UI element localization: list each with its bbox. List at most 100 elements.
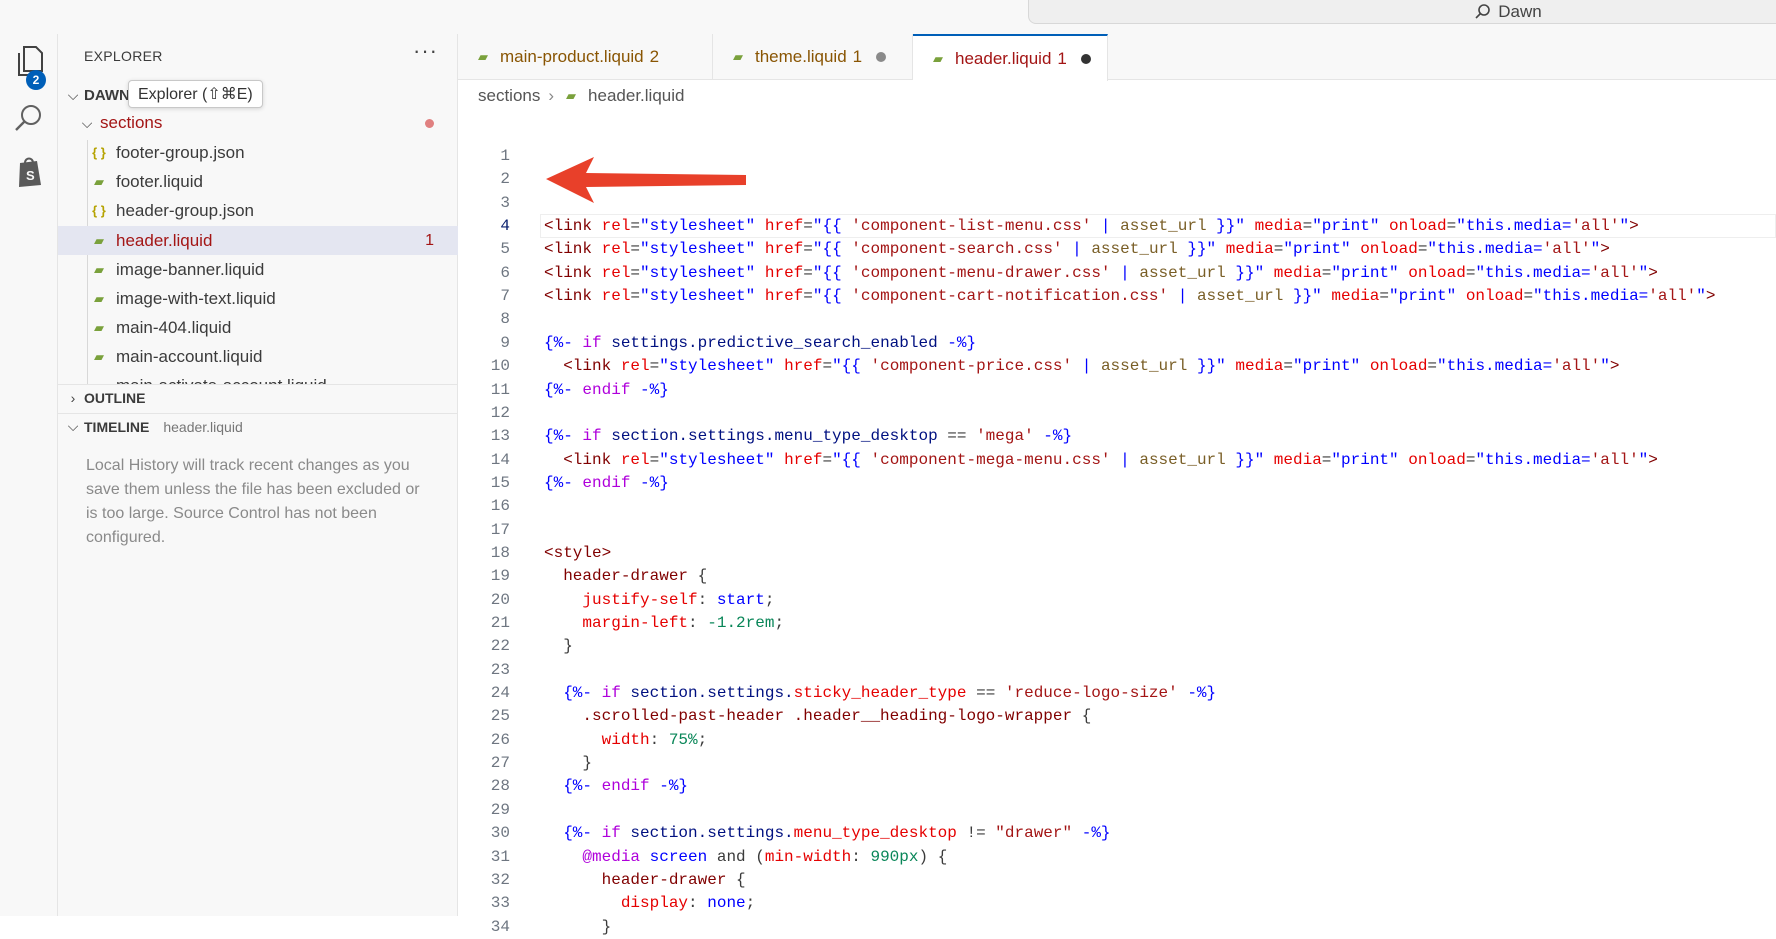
code-line[interactable]: 10 <link rel="stylesheet" href="{{ 'comp… (458, 354, 1776, 378)
code-line[interactable]: 18 <style> (458, 541, 1776, 565)
code-line[interactable]: 25 .scrolled-past-header .header__headin… (458, 704, 1776, 728)
more-actions-icon[interactable]: ··· (413, 38, 438, 64)
code-token: href (764, 263, 804, 282)
code-token: none (707, 894, 746, 913)
code-token: = (1283, 357, 1293, 376)
code-line[interactable]: 14 <link rel="stylesheet" href="{{ 'comp… (458, 448, 1776, 472)
code-text: } (544, 915, 612, 939)
code-token: ; (697, 730, 708, 749)
tab-header[interactable]: ▰ header.liquid 1 (913, 34, 1108, 81)
timeline-section[interactable]: ⌵ TIMELINE header.liquid (58, 413, 458, 439)
code-token: = (630, 263, 641, 282)
code-line[interactable]: 21 margin-left: -1.2rem; (458, 611, 1776, 635)
code-token: -%} (1033, 427, 1073, 446)
code-token: <link (563, 357, 621, 376)
code-line[interactable]: 8 (458, 307, 1776, 331)
code-line[interactable]: 22 } (458, 634, 1776, 658)
code-token: = (1321, 450, 1332, 469)
file-item[interactable]: { } footer-group.json (58, 140, 458, 167)
shopify-activity-button[interactable]: S (0, 146, 58, 196)
code-text: <style> (544, 541, 611, 565)
code-line[interactable]: 23 (458, 658, 1776, 682)
code-line[interactable]: 11 {%- endif -%} (458, 378, 1776, 402)
code-text: <link rel="stylesheet" href="{{ 'compone… (544, 237, 1610, 261)
code-token: rel (601, 217, 631, 236)
file-item[interactable]: ▰ main-404.liquid (58, 313, 458, 342)
code-token: "this.media= (1456, 217, 1572, 236)
code-line[interactable]: 16 (458, 494, 1776, 518)
code-text: .scrolled-past-header .header__heading-l… (544, 704, 1091, 728)
code-token: }}" (1225, 263, 1274, 282)
code-line[interactable]: 30 {%- if section.settings.menu_type_des… (458, 821, 1776, 845)
code-line[interactable]: 29 (458, 798, 1776, 822)
folder-sections[interactable]: ⌵ sections (58, 110, 458, 136)
line-number: 21 (490, 614, 510, 632)
code-line[interactable]: 34 } (458, 915, 1776, 939)
code-token: media (1331, 287, 1380, 306)
editor: ▰ main-product.liquid 2 ▰ theme.liquid 1… (458, 34, 1776, 936)
code-token: 'component-mega-menu.css' (870, 450, 1111, 469)
line-number: 25 (490, 707, 510, 726)
tab-theme[interactable]: ▰ theme.liquid 1 (713, 34, 913, 80)
code-token: section.settings.menu_type_desktop (611, 427, 938, 446)
code-token: = (1417, 240, 1428, 259)
code-line[interactable]: 31 @media screen and (min-width: 990px) … (458, 845, 1776, 869)
code-token: -%} (630, 473, 669, 492)
file-item[interactable]: ▰ main-activate-account.liquid (58, 371, 458, 385)
code-line[interactable]: 19 header-drawer { (458, 564, 1776, 588)
search-activity-button[interactable] (0, 94, 58, 144)
file-item-selected[interactable]: ▰ header.liquid 1 (58, 226, 458, 255)
chevron-down-icon: ⌵ (81, 114, 93, 131)
breadcrumb-file[interactable]: header.liquid (588, 86, 684, 106)
code-token: section.settings. (630, 684, 794, 703)
code-line[interactable]: 9 {%- if settings.predictive_search_enabl… (458, 331, 1776, 355)
outline-section[interactable]: › OUTLINE (58, 384, 458, 410)
shopify-icon: S (19, 157, 41, 187)
code-token: " (1696, 287, 1706, 306)
file-item[interactable]: ▰ image-with-text.liquid (58, 284, 458, 313)
code-line[interactable]: 15 {%- endif -%} (458, 471, 1776, 495)
code-line[interactable]: 17 (458, 518, 1776, 542)
tab-main-product[interactable]: ▰ main-product.liquid 2 (458, 34, 713, 80)
code-line[interactable]: 28 {%- endif -%} (458, 774, 1776, 798)
line-number: 11 (490, 380, 510, 399)
code-text: margin-left: -1.2rem; (544, 611, 784, 635)
tab-problem-count: 1 (1057, 48, 1067, 68)
file-item[interactable]: ▰ image-banner.liquid (58, 255, 458, 284)
code-token: asset_url (1100, 357, 1188, 376)
code-token: asset_url (1139, 263, 1226, 282)
file-item[interactable]: { } header-group.json (58, 196, 458, 225)
file-item[interactable]: ▰ footer.liquid (58, 167, 458, 196)
code-line[interactable]: 12 (458, 401, 1776, 425)
code-token: : (697, 590, 717, 609)
code-text: {%- endif -%} (544, 378, 669, 402)
code-line[interactable]: 13 {%- if section.settings.menu_type_desk… (458, 424, 1776, 448)
code-line[interactable]: 24 {%- if section.settings.sticky_header… (458, 681, 1776, 705)
command-center[interactable]: Dawn (1028, 0, 1776, 24)
file-name: main-account.liquid (116, 346, 263, 366)
code-line[interactable]: 4 <link rel="stylesheet" href="{{ 'compon… (458, 214, 1776, 239)
line-number: 7 (500, 287, 510, 306)
code-token: "{{ (832, 357, 871, 376)
code-line[interactable]: 20 justify-self: start; (458, 588, 1776, 612)
code-line[interactable]: 5 <link rel="stylesheet" href="{{ 'compon… (458, 237, 1776, 261)
code-token: -%} (937, 333, 977, 352)
code-line[interactable]: 27 } (458, 751, 1776, 775)
code-line[interactable]: 6 <link rel="stylesheet" href="{{ 'compon… (458, 261, 1776, 285)
code-line[interactable]: 32 header-drawer { (458, 868, 1776, 892)
code-text: justify-self: start; (544, 588, 774, 612)
code-text: {%- endif -%} (544, 471, 669, 495)
code-line[interactable]: 26 width: 75%; (458, 728, 1776, 752)
unsaved-dot-icon[interactable] (876, 52, 887, 62)
code-token: {%- (544, 473, 583, 492)
line-number: 12 (490, 403, 510, 422)
unsaved-dot-icon[interactable] (1080, 53, 1091, 64)
code-line[interactable]: 33 display: none; (458, 891, 1776, 915)
explorer-activity-button[interactable]: 2 (0, 36, 58, 90)
code-token: 'all' (1590, 263, 1639, 282)
file-item[interactable]: ▰ main-account.liquid (58, 342, 458, 371)
code-line[interactable]: 7 <link rel="stylesheet" href="{{ 'compon… (458, 284, 1776, 308)
breadcrumb-folder[interactable]: sections (478, 86, 540, 106)
